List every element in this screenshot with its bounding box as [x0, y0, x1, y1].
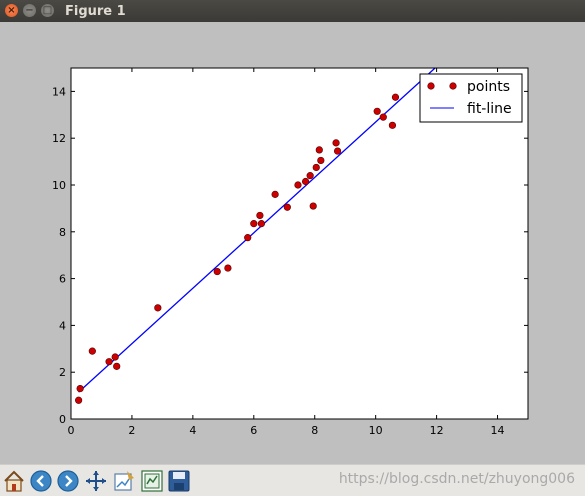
x-tick-label-4: 4 [189, 424, 196, 437]
data-point-5 [111, 353, 119, 361]
data-point-1 [75, 396, 83, 404]
y-tick-label-4: 4 [59, 319, 66, 332]
back-icon[interactable] [29, 469, 53, 493]
legend: points fit-line [419, 73, 523, 123]
data-point-3 [88, 347, 96, 355]
data-point-9 [224, 264, 232, 272]
y-tick-label-8: 8 [59, 226, 66, 239]
data-point-20 [312, 163, 320, 172]
window-titlebar: × − □ Figure 1 [0, 0, 585, 22]
pan-icon[interactable] [84, 469, 108, 493]
data-point-7 [154, 304, 162, 312]
data-point-26 [379, 113, 387, 121]
legend-marker-points-1 [427, 82, 435, 90]
close-window-button[interactable]: × [5, 4, 18, 17]
home-icon[interactable] [2, 469, 26, 493]
data-point-21 [315, 146, 323, 154]
data-point-14 [271, 190, 279, 198]
x-tick-label-8: 8 [311, 424, 318, 437]
navigation-toolbar: https://blog.csdn.net/zhuyong006 [0, 464, 585, 496]
data-point-15 [283, 203, 291, 211]
save-icon[interactable] [167, 469, 191, 493]
y-tick-label-14: 14 [52, 85, 66, 98]
data-point-25 [373, 107, 381, 115]
scatter-chart: 0 2 4 6 8 10 12 14 0 2 4 6 8 10 12 14 points fit-line [52, 67, 529, 437]
y-tick-label-0: 0 [59, 413, 66, 426]
data-point-11 [250, 220, 258, 228]
data-point-23 [332, 139, 340, 147]
legend-marker-points-2 [449, 82, 457, 90]
data-point-17 [301, 177, 310, 186]
data-point-4 [105, 358, 113, 366]
data-point-27 [388, 121, 397, 129]
window-title: Figure 1 [65, 4, 126, 19]
subplots-icon[interactable] [140, 469, 164, 493]
data-point-2 [76, 384, 84, 393]
minimize-window-button[interactable]: − [23, 4, 36, 17]
x-tick-label-12: 12 [430, 424, 444, 437]
x-tick-label-0: 0 [68, 424, 75, 437]
forward-icon[interactable] [56, 469, 80, 493]
data-point-13 [257, 220, 266, 228]
x-tick-label-14: 14 [491, 424, 505, 437]
y-tick-label-10: 10 [52, 179, 66, 192]
x-tick-label-6: 6 [250, 424, 257, 437]
x-tick-label-2: 2 [128, 424, 135, 437]
figure-canvas[interactable]: 0 2 4 6 8 10 12 14 0 2 4 6 8 10 12 14 points fit-line [0, 22, 585, 464]
zoom-icon[interactable] [112, 469, 136, 493]
maximize-window-button[interactable]: □ [41, 4, 54, 17]
data-point-12 [256, 211, 264, 220]
data-point-8 [213, 267, 221, 276]
legend-label-points: points [467, 79, 510, 95]
data-point-24 [333, 147, 342, 155]
watermark-text: https://blog.csdn.net/zhuyong006 [338, 471, 575, 487]
x-tick-label-10: 10 [369, 424, 383, 437]
data-point-6 [113, 362, 121, 370]
y-tick-label-12: 12 [52, 132, 66, 145]
data-point-10 [244, 234, 252, 242]
data-point-28 [391, 93, 400, 101]
data-point-16 [294, 181, 302, 189]
data-point-22 [317, 156, 325, 165]
data-point-18 [306, 172, 314, 180]
data-point-19 [309, 202, 317, 210]
legend-label-fit-line: fit-line [467, 101, 512, 117]
y-tick-label-2: 2 [59, 366, 66, 379]
y-tick-label-6: 6 [59, 273, 66, 286]
